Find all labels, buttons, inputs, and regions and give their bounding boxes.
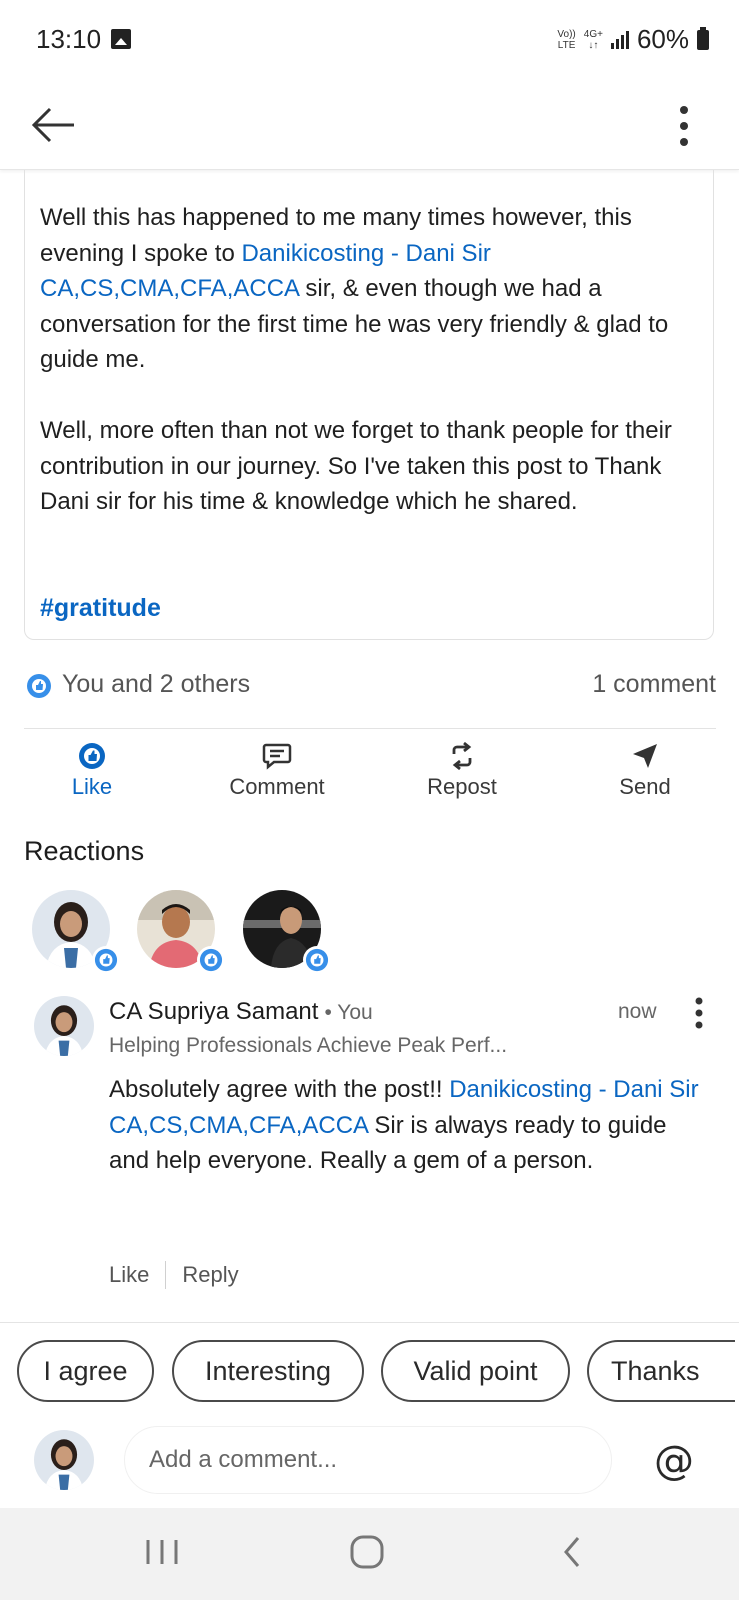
user-avatar (34, 1430, 94, 1490)
suggestion-chips: I agree Interesting Valid point Thanks (0, 1322, 739, 1402)
chip-i-agree[interactable]: I agree (17, 1340, 154, 1402)
reactions-heading: Reactions (24, 836, 145, 866)
system-nav-bar (0, 1508, 739, 1600)
status-indicators: Vo)) LTE 4G+ ↓↑ 60% (557, 24, 709, 55)
chip-thanks[interactable]: Thanks (587, 1340, 735, 1402)
back-nav-icon[interactable] (544, 1528, 604, 1578)
post-card: Well this has happened to me many times … (24, 170, 714, 640)
like-reaction-icon (197, 946, 225, 974)
repost-button[interactable]: Repost (392, 738, 532, 800)
post-body: Well this has happened to me many times … (40, 200, 700, 555)
post-paragraph: Well, more often than not we forget to t… (40, 417, 672, 515)
commenter-name[interactable]: CA Supriya Samant • You (109, 998, 373, 1026)
status-time: 13:10 (36, 24, 102, 54)
reactor-avatar[interactable] (243, 890, 331, 974)
comment-time: now (618, 1000, 657, 1023)
battery-percent: 60% (636, 24, 689, 54)
data-type-indicator: 4G+ ↓↑ (583, 28, 603, 51)
like-reaction-icon (92, 946, 120, 974)
comment-text: Absolutely agree with the post!! Danikic… (109, 1076, 699, 1174)
comment-composer: Add a comment... @ (0, 1420, 739, 1508)
post-action-bar: Like Comment Repost Send (0, 738, 739, 808)
signal-icon (610, 30, 629, 49)
comment-more-icon[interactable] (690, 996, 708, 1030)
home-icon[interactable] (337, 1528, 397, 1578)
image-notification-icon (111, 29, 131, 49)
app-bar (0, 80, 739, 170)
commenter-avatar[interactable] (34, 996, 94, 1056)
send-button[interactable]: Send (575, 738, 715, 800)
more-options-icon[interactable] (669, 96, 699, 156)
comment-item: CA Supriya Samant • You now Helping Profe… (0, 990, 739, 1300)
battery-icon (697, 26, 709, 50)
comment-reply-button[interactable]: Reply (182, 1262, 238, 1288)
comment-actions: Like Reply (109, 1261, 239, 1289)
send-icon (633, 744, 657, 768)
divider (24, 728, 716, 729)
reactor-avatar[interactable] (137, 890, 225, 974)
send-label: Send (619, 774, 671, 799)
mention-button[interactable]: @ (654, 1438, 694, 1484)
back-arrow-icon[interactable] (30, 100, 80, 150)
commenter-headline: Helping Professionals Achieve Peak Perf.… (109, 1034, 508, 1057)
post-paragraph: Well this has happened to me many times … (40, 204, 669, 373)
comment-label: Comment (229, 774, 325, 799)
chip-interesting[interactable]: Interesting (172, 1340, 364, 1402)
divider (165, 1261, 167, 1289)
like-icon (79, 743, 105, 769)
avatar-image (34, 996, 94, 1056)
volte-indicator: Vo)) LTE (557, 28, 576, 51)
comment-icon (262, 743, 292, 770)
like-reaction-icon (27, 674, 51, 698)
repost-icon (452, 742, 472, 770)
social-counts: You and 2 others 1 comment (24, 668, 716, 704)
repost-label: Repost (427, 774, 497, 799)
comment-button[interactable]: Comment (207, 738, 347, 800)
reactor-avatar[interactable] (32, 890, 120, 974)
comment-like-button[interactable]: Like (109, 1262, 149, 1288)
chip-valid-point[interactable]: Valid point (381, 1340, 570, 1402)
reaction-summary[interactable]: You and 2 others (62, 670, 250, 699)
like-reaction-icon (303, 946, 331, 974)
recent-apps-icon[interactable] (132, 1528, 192, 1578)
avatar-image (34, 1430, 94, 1490)
comment-count[interactable]: 1 comment (592, 670, 716, 699)
comment-input[interactable]: Add a comment... (124, 1426, 612, 1494)
you-label: • You (324, 1001, 373, 1024)
hashtag-link[interactable]: #gratitude (40, 594, 161, 623)
like-label: Like (71, 774, 113, 799)
like-button[interactable]: Like (22, 738, 162, 800)
status-bar: 13:10 Vo)) LTE 4G+ ↓↑ 60% (0, 0, 739, 80)
